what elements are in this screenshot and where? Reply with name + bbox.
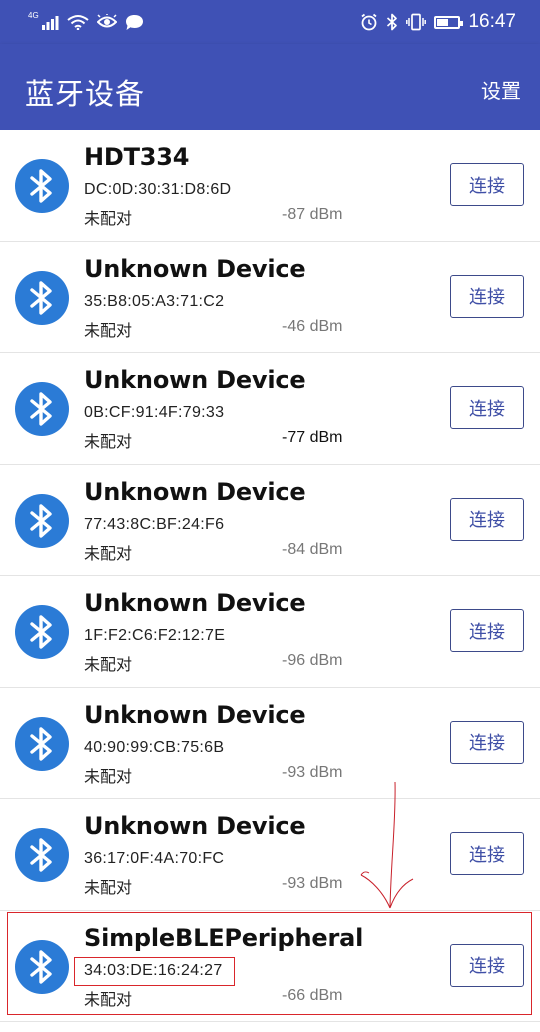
clock: 16:47 [468, 11, 516, 32]
device-row[interactable]: Unknown Device 0B:CF:91:4F:79:33 未配对 -77 dB… [0, 353, 540, 465]
chat-icon [125, 14, 143, 30]
signal-strength: -77 dBm [282, 429, 343, 446]
alarm-icon [361, 13, 378, 31]
connect-button[interactable]: 连接 [450, 163, 524, 206]
signal-strength: -96 dBm [282, 652, 343, 669]
device-row[interactable]: Unknown Device 1F:F2:C6:F2:12:7E 未配对 -96 dB… [0, 576, 540, 688]
device-name: Unknown Device [84, 477, 306, 506]
address-highlight-box [74, 957, 235, 986]
page-title: 蓝牙设备 [25, 77, 146, 111]
eye-icon [96, 14, 117, 28]
device-name: Unknown Device [84, 700, 306, 729]
wifi-icon [67, 15, 89, 30]
device-address: 77:43:8C:BF:24:F6 [84, 515, 225, 533]
bluetooth-icon-badge [15, 382, 69, 436]
bluetooth-icon-badge [15, 159, 69, 213]
bluetooth-icon [30, 615, 52, 649]
status-bar: 4G 16:47 [0, 0, 540, 44]
signal-strength: -93 dBm [282, 763, 343, 781]
signal-strength: -93 dBm [282, 875, 343, 892]
pairing-status: 未配对 [84, 320, 133, 340]
device-name: HDT334 [84, 143, 190, 171]
status-right: 16:47 [360, 10, 516, 34]
bluetooth-icon [30, 838, 52, 872]
pairing-status: 未配对 [84, 655, 133, 674]
app-bar: 蓝牙设备 设置 [0, 44, 540, 130]
bluetooth-icon [30, 392, 52, 426]
pairing-status: 未配对 [84, 543, 133, 563]
device-address: 40:90:99:CB:75:6B [84, 738, 225, 756]
device-row[interactable]: Unknown Device 36:17:0F:4A:70:FC 未配对 -93 dB… [0, 799, 540, 911]
connect-button[interactable]: 连接 [450, 720, 524, 764]
pairing-status: 未配对 [84, 432, 133, 451]
device-name: Unknown Device [84, 589, 306, 617]
device-address: 0B:CF:91:4F:79:33 [84, 404, 225, 421]
device-address: DC:0D:30:31:D8:6D [84, 181, 232, 198]
device-name: Unknown Device [84, 366, 306, 394]
bluetooth-icon-badge [15, 828, 69, 882]
signal-strength: -46 dBm [282, 317, 343, 335]
bluetooth-icon [30, 726, 52, 761]
device-row[interactable]: Unknown Device 77:43:8C:BF:24:F6 未配对 -84 dB… [0, 464, 540, 576]
bluetooth-icon-badge [15, 270, 69, 325]
connect-button[interactable]: 连接 [450, 832, 524, 875]
network-type: 4G [28, 10, 39, 20]
status-left: 4G [28, 10, 144, 34]
network-signal-icon [41, 16, 59, 30]
pairing-status: 未配对 [84, 209, 133, 228]
settings-button[interactable]: 设置 [481, 75, 521, 104]
pairing-status: 未配对 [84, 766, 133, 786]
device-row[interactable]: Unknown Device 35:B8:05:A3:71:C2 未配对 -46 dB… [0, 241, 540, 353]
pairing-status: 未配对 [84, 878, 133, 897]
vibrate-icon [406, 13, 427, 31]
connect-button[interactable]: 连接 [450, 274, 524, 318]
device-address: 36:17:0F:4A:70:FC [84, 850, 225, 867]
device-row[interactable]: Unknown Device 40:90:99:CB:75:6B 未配对 -93 dB… [0, 687, 540, 799]
device-name: Unknown Device [84, 812, 306, 840]
battery-level [437, 18, 449, 26]
bluetooth-icon [30, 169, 52, 203]
device-address: 1F:F2:C6:F2:12:7E [84, 627, 226, 644]
signal-strength: -87 dBm [282, 206, 343, 223]
connect-button[interactable]: 连接 [450, 609, 524, 652]
device-address: 35:B8:05:A3:71:C2 [84, 292, 225, 310]
bluetooth-icon [387, 13, 398, 31]
annotation-arrow [360, 781, 414, 909]
bluetooth-icon [30, 503, 52, 538]
bluetooth-icon-badge [15, 716, 69, 771]
bluetooth-icon [30, 280, 52, 315]
device-name: Unknown Device [84, 254, 306, 283]
connect-button[interactable]: 连接 [450, 497, 524, 541]
signal-strength: -84 dBm [282, 540, 343, 558]
device-row[interactable]: HDT334 DC:0D:30:31:D8:6D 未配对 -87 dBm 连接 [0, 130, 540, 242]
connect-button[interactable]: 连接 [450, 386, 524, 429]
bluetooth-icon-badge [15, 493, 69, 548]
bluetooth-icon-badge [15, 605, 69, 659]
device-list: HDT334 DC:0D:30:31:D8:6D 未配对 -87 dBm 连接 Unkno… [0, 130, 540, 1022]
battery-icon [434, 15, 464, 29]
